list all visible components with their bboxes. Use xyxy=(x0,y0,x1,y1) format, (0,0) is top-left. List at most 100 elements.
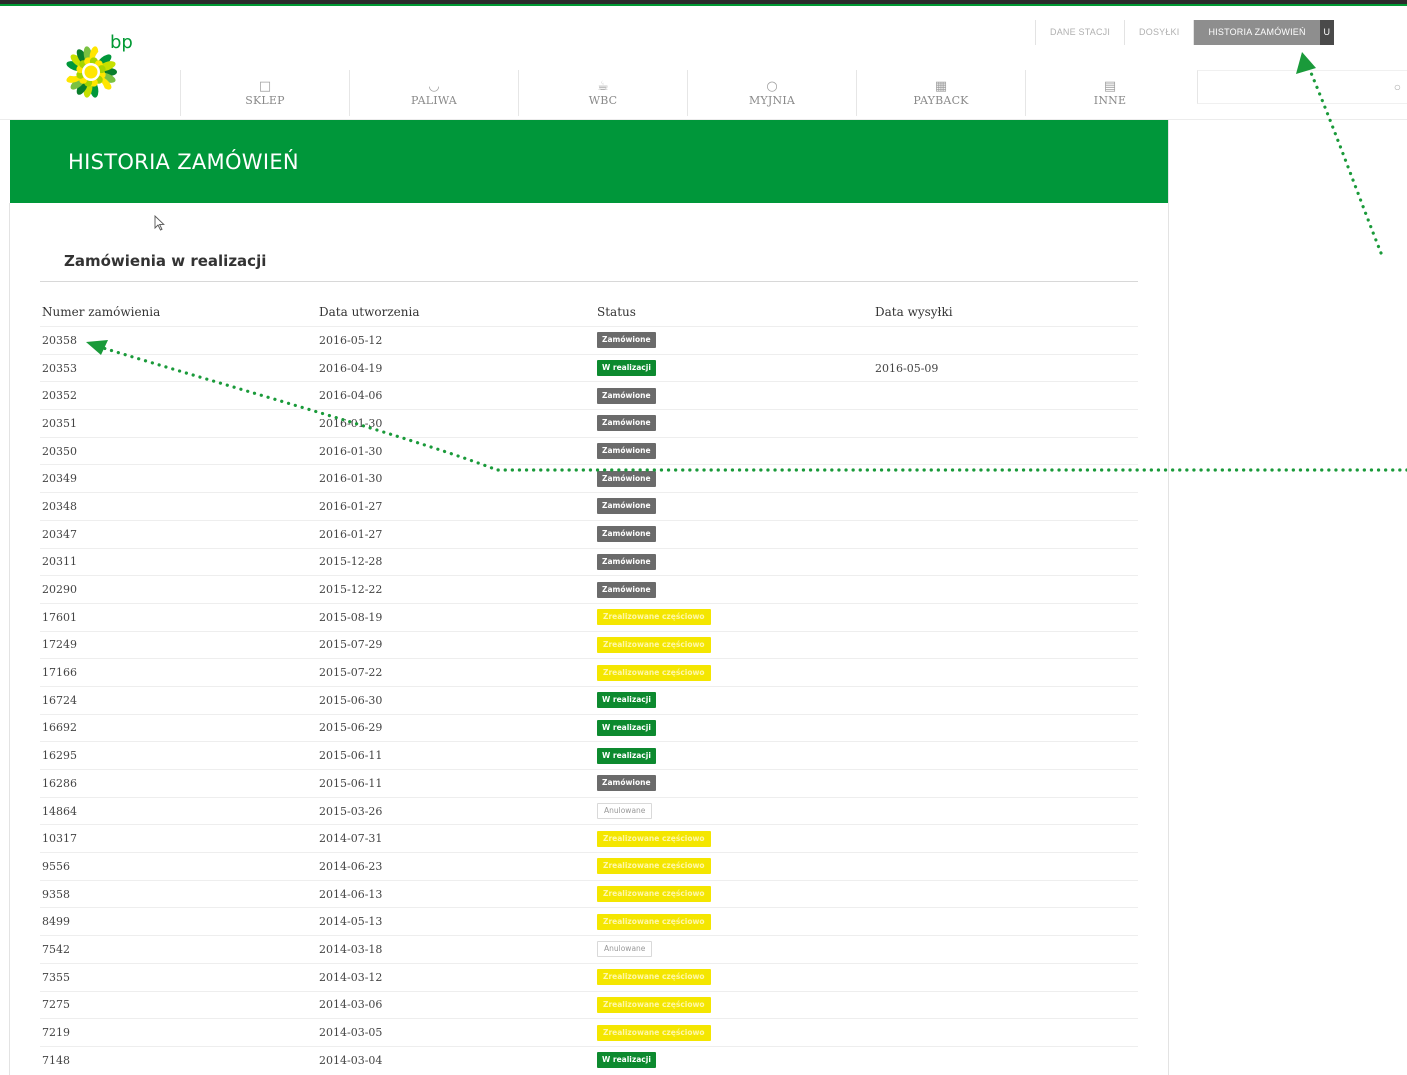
order-number-cell[interactable]: 14864 xyxy=(40,796,317,825)
nav-item-payback[interactable]: ▦ PAYBACK xyxy=(856,70,1025,116)
order-number-cell[interactable]: 7542 xyxy=(40,935,317,964)
order-number-cell[interactable]: 7219 xyxy=(40,1018,317,1047)
order-number-cell[interactable]: 16295 xyxy=(40,741,317,770)
table-row[interactable]: 10317 2014-07-31 Zrealizowane częściowo xyxy=(40,824,1138,853)
table-row[interactable]: 14864 2015-03-26 Anulowane xyxy=(40,796,1138,825)
created-date-cell: 2015-12-28 xyxy=(317,547,595,576)
created-date-cell: 2014-06-13 xyxy=(317,879,595,908)
order-number-cell[interactable]: 20349 xyxy=(40,464,317,493)
order-number-cell[interactable]: 9358 xyxy=(40,879,317,908)
order-number-cell[interactable]: 16286 xyxy=(40,769,317,798)
nav-item-paliwa[interactable]: ◡ PALIWA xyxy=(349,70,518,116)
nav-label: INNE xyxy=(1093,94,1127,107)
order-number-cell[interactable]: 16724 xyxy=(40,685,317,715)
shipping-date-cell xyxy=(873,658,1138,687)
status-badge: Zrealizowane częściowo xyxy=(597,913,711,930)
table-row[interactable]: 8499 2014-05-13 Zrealizowane częściowo xyxy=(40,907,1138,936)
main-nav: □ SKLEP ◡ PALIWA ☕︎ WBC ○ MYJNIA ▦ PAYBA… xyxy=(180,70,1194,116)
bag-icon: □ xyxy=(258,79,272,94)
table-row[interactable]: 20358 2016-05-12 Zamówione xyxy=(40,326,1138,355)
status-badge: Zrealizowane częściowo xyxy=(597,609,711,626)
table-row[interactable]: 7355 2014-03-12 Zrealizowane częściowo xyxy=(40,962,1138,991)
status-badge: Zamówione xyxy=(597,775,656,792)
nav-item-sklep[interactable]: □ SKLEP xyxy=(180,70,349,116)
created-date-cell: 2014-03-05 xyxy=(317,1018,595,1047)
nav-label: PALIWA xyxy=(411,94,457,107)
order-number-cell[interactable]: 17601 xyxy=(40,602,317,632)
shipping-date-cell xyxy=(873,990,1138,1019)
panel-border-right xyxy=(1168,120,1169,1075)
order-number-cell[interactable]: 17249 xyxy=(40,630,317,659)
header-created-date[interactable]: Data utworzenia xyxy=(317,298,595,327)
sub-nav: DANE STACJI DOSYŁKI HISTORIA ZAMÓWIEŃ U xyxy=(1035,20,1334,45)
status-badge: Zamówione xyxy=(597,581,656,598)
table-row[interactable]: 9358 2014-06-13 Zrealizowane częściowo xyxy=(40,879,1138,908)
order-number-cell[interactable]: 17166 xyxy=(40,658,317,687)
shipping-date-cell xyxy=(873,741,1138,770)
order-number-cell[interactable]: 20311 xyxy=(40,547,317,576)
order-number-cell[interactable]: 10317 xyxy=(40,824,317,853)
order-number-cell[interactable]: 20350 xyxy=(40,436,317,465)
status-cell: Zrealizowane częściowo xyxy=(595,824,873,853)
subnav-historia-zamowien[interactable]: HISTORIA ZAMÓWIEŃ xyxy=(1193,20,1320,45)
header-shipping-date[interactable]: Data wysyłki xyxy=(873,298,1138,327)
shipping-date-cell xyxy=(873,769,1138,798)
status-cell: Anulowane xyxy=(595,796,873,825)
order-number-cell[interactable]: 20351 xyxy=(40,409,317,438)
subnav-dane-stacji[interactable]: DANE STACJI xyxy=(1035,20,1124,45)
search-icon[interactable]: ○ xyxy=(1394,80,1401,94)
table-row[interactable]: 7148 2014-03-04 W realizacji xyxy=(40,1045,1138,1074)
created-date-cell: 2016-05-12 xyxy=(317,326,595,355)
table-row[interactable]: 9556 2014-06-23 Zrealizowane częściowo xyxy=(40,852,1138,881)
order-number-cell[interactable]: 20353 xyxy=(40,353,317,382)
created-date-cell: 2015-12-22 xyxy=(317,575,595,604)
order-number-cell[interactable]: 20358 xyxy=(40,326,317,355)
table-row[interactable]: 20311 2015-12-28 Zamówione xyxy=(40,547,1138,576)
table-row[interactable]: 17601 2015-08-19 Zrealizowane częściowo xyxy=(40,602,1138,632)
status-cell: Zamówione xyxy=(595,436,873,465)
page-banner: HISTORIA ZAMÓWIEŃ xyxy=(10,120,1168,203)
order-number-cell[interactable]: 20348 xyxy=(40,492,317,521)
table-row[interactable]: 20352 2016-04-06 Zamówione xyxy=(40,381,1138,410)
status-badge: Zrealizowane częściowo xyxy=(597,886,711,903)
subnav-dosylki[interactable]: DOSYŁKI xyxy=(1124,20,1193,45)
order-number-cell[interactable]: 7148 xyxy=(40,1045,317,1074)
created-date-cell: 2016-01-30 xyxy=(317,436,595,465)
nav-item-inne[interactable]: ▤ INNE xyxy=(1025,70,1194,116)
order-number-cell[interactable]: 20352 xyxy=(40,381,317,410)
header-status[interactable]: Status xyxy=(595,298,873,327)
order-number-cell[interactable]: 20290 xyxy=(40,575,317,604)
table-row[interactable]: 20348 2016-01-27 Zamówione xyxy=(40,492,1138,521)
table-row[interactable]: 7542 2014-03-18 Anulowane xyxy=(40,935,1138,964)
order-number-cell[interactable]: 7355 xyxy=(40,962,317,991)
table-row[interactable]: 17166 2015-07-22 Zrealizowane częściowo xyxy=(40,658,1138,687)
search-input[interactable]: ○ xyxy=(1197,70,1407,104)
nav-item-myjnia[interactable]: ○ MYJNIA xyxy=(687,70,856,116)
table-row[interactable]: 16295 2015-06-11 W realizacji xyxy=(40,741,1138,770)
status-cell: W realizacji xyxy=(595,741,873,770)
order-number-cell[interactable]: 7275 xyxy=(40,990,317,1019)
table-row[interactable]: 20349 2016-01-30 Zamówione xyxy=(40,464,1138,493)
header-order-number[interactable]: Numer zamówienia xyxy=(40,298,317,327)
table-row[interactable]: 20350 2016-01-30 Zamówione xyxy=(40,436,1138,465)
order-number-cell[interactable]: 16692 xyxy=(40,713,317,742)
status-cell: Zamówione xyxy=(595,492,873,521)
nav-item-wbc[interactable]: ☕︎ WBC xyxy=(518,70,687,116)
book-icon: ▤ xyxy=(1103,79,1117,94)
table-row[interactable]: 7275 2014-03-06 Zrealizowane częściowo xyxy=(40,990,1138,1019)
table-row[interactable]: 20347 2016-01-27 Zamówione xyxy=(40,519,1138,548)
table-row[interactable]: 16724 2015-06-30 W realizacji xyxy=(40,685,1138,715)
created-date-cell: 2014-06-23 xyxy=(317,852,595,881)
table-row[interactable]: 17249 2015-07-29 Zrealizowane częściowo xyxy=(40,630,1138,659)
table-row[interactable]: 20290 2015-12-22 Zamówione xyxy=(40,575,1138,604)
order-number-cell[interactable]: 8499 xyxy=(40,907,317,936)
table-row[interactable]: 16692 2015-06-29 W realizacji xyxy=(40,713,1138,742)
order-number-cell[interactable]: 20347 xyxy=(40,519,317,548)
table-row[interactable]: 20353 2016-04-19 W realizacji 2016-05-09 xyxy=(40,353,1138,382)
table-row[interactable]: 7219 2014-03-05 Zrealizowane częściowo xyxy=(40,1018,1138,1047)
table-row[interactable]: 20351 2016-01-30 Zamówione xyxy=(40,409,1138,438)
status-cell: Zamówione xyxy=(595,464,873,493)
order-number-cell[interactable]: 9556 xyxy=(40,852,317,881)
table-row[interactable]: 16286 2015-06-11 Zamówione xyxy=(40,769,1138,798)
subnav-extra-button[interactable]: U xyxy=(1319,20,1334,45)
